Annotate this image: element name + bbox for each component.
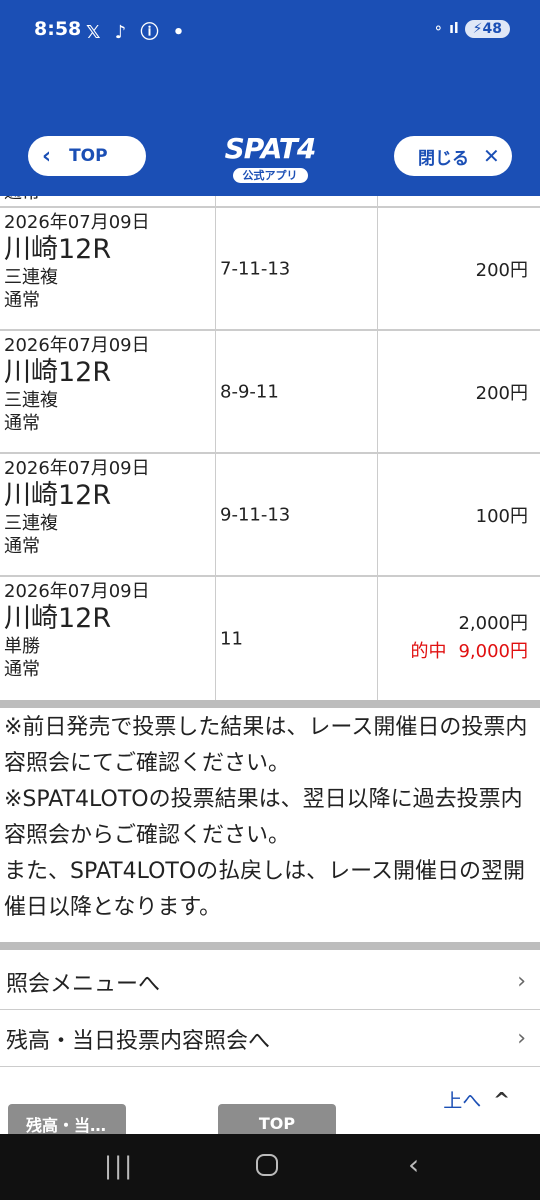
bet-amount: 200円 (475, 259, 528, 281)
bet-type: 単勝 (4, 636, 40, 657)
table-cell-race-info: 2026年07月09日 川崎12R 三連複 通常 (0, 331, 216, 452)
table-cell-combo: 7-11-13 (216, 208, 378, 329)
table-cell-amount: 200円 (378, 331, 540, 452)
balance-tab-label: 残高・当… (26, 1116, 107, 1135)
table-cell-amount: 100円 (378, 454, 540, 575)
chevron-right-icon: › (517, 969, 526, 994)
system-navigation-bar: ||| ‹ (0, 1134, 540, 1200)
close-label: 閉じる (418, 148, 469, 169)
bet-method: 通常 (4, 536, 40, 557)
notes-section: ※前日発売で投票した結果は、レース開催日の投票内容照会にてご確認ください。 ※S… (4, 710, 538, 926)
table-cell-combo: 11 (216, 577, 378, 700)
home-icon[interactable] (256, 1154, 278, 1176)
signal-icon: ⚬ ıl (432, 21, 459, 37)
table-row-partial: 通常 (0, 196, 540, 208)
table-cell-race-info: 2026年07月09日 川崎12R 三連複 通常 (0, 208, 216, 329)
bet-type: 三連複 (4, 267, 58, 288)
payout-amount: 9,000円 (458, 641, 528, 662)
inquiry-menu-link[interactable]: 照会メニューへ › (0, 954, 540, 1010)
logo-main-text: SPAT4 (224, 132, 317, 165)
chevron-up-icon: ^ (493, 1087, 510, 1112)
chevron-left-icon: ‹ (42, 143, 52, 169)
bet-amount: 2,000円 (458, 613, 528, 634)
table-cell-combo (216, 196, 378, 206)
bet-amount: 100円 (475, 505, 528, 527)
note-prior-day: ※前日発売で投票した結果は、レース開催日の投票内容照会にてご確認ください。 (4, 715, 528, 776)
table-row: 2026年07月09日 川崎12R 三連複 通常 8-9-11 200円 (0, 331, 540, 454)
inquiry-menu-label: 照会メニューへ (6, 971, 161, 997)
top-tab-label: TOP (258, 1114, 296, 1133)
battery-level: 48 (482, 21, 502, 37)
close-icon: ✕ (483, 144, 500, 168)
back-to-top-button[interactable]: ‹ TOP (28, 136, 146, 176)
race-date: 2026年07月09日 (4, 212, 150, 233)
close-button[interactable]: 閉じる ✕ (394, 136, 512, 176)
table-cell-race-info: 2026年07月09日 川崎12R 単勝 通常 (0, 577, 216, 700)
bet-method: 通常 (4, 196, 40, 204)
race-date: 2026年07月09日 (4, 458, 150, 479)
bet-type: 三連複 (4, 513, 58, 534)
bet-combination: 11 (220, 628, 243, 649)
bet-method: 通常 (4, 290, 40, 311)
table-cell-race-info: 通常 (0, 196, 216, 206)
battery-icon: ⚡48 (464, 20, 510, 38)
bet-method: 通常 (4, 413, 40, 434)
bet-type: 三連複 (4, 390, 58, 411)
table-cell-combo: 8-9-11 (216, 331, 378, 452)
spat4-logo: SPAT4 公式アプリ (222, 134, 318, 183)
race-name: 川崎12R (4, 357, 112, 388)
bet-method: 通常 (4, 659, 40, 680)
bet-combination: 7-11-13 (220, 258, 291, 279)
chevron-right-icon: › (517, 1026, 526, 1051)
logo-sub-text: 公式アプリ (232, 168, 308, 183)
scroll-up-label: 上へ (443, 1090, 482, 1112)
table-row: 2026年07月09日 川崎12R 三連複 通常 9-11-13 100円 (0, 454, 540, 577)
race-name: 川崎12R (4, 603, 112, 634)
race-name: 川崎12R (4, 480, 112, 511)
status-time: 8:58 (34, 18, 82, 40)
table-cell-amount: 2,000円 的中 9,000円 (378, 577, 540, 700)
note-loto-payout: また、SPAT4LOTOの払戻しは、レース開催日の翌開催日以降となります。 (4, 859, 526, 920)
table-cell-combo: 9-11-13 (216, 454, 378, 575)
top-tab-button[interactable]: TOP (218, 1104, 336, 1136)
table-cell-race-info: 2026年07月09日 川崎12R 三連複 通常 (0, 454, 216, 575)
section-divider (0, 700, 540, 708)
app-header: 8:58 𝕏 ♪ ⓘ • ⚬ ıl ⚡48 ‹ TOP SPAT4 公式アプリ … (0, 0, 540, 196)
recent-apps-icon[interactable]: ||| (104, 1152, 134, 1180)
bet-amount: 200円 (475, 382, 528, 404)
balance-inquiry-label: 残高・当日投票内容照会へ (6, 1028, 271, 1054)
status-right: ⚬ ıl ⚡48 (432, 20, 510, 38)
notification-icons: 𝕏 ♪ ⓘ • (86, 22, 189, 43)
hit-label: 的中 (410, 641, 447, 662)
bet-results-table: 通常 2026年07月09日 川崎12R 三連複 通常 7-11-13 200円… (0, 196, 540, 700)
race-date: 2026年07月09日 (4, 581, 150, 602)
note-loto-results: ※SPAT4LOTOの投票結果は、翌日以降に過去投票内容照会からご確認ください。 (4, 787, 523, 848)
table-row: 2026年07月09日 川崎12R 単勝 通常 11 2,000円 的中 9,00… (0, 577, 540, 700)
back-icon[interactable]: ‹ (408, 1148, 419, 1181)
table-row: 2026年07月09日 川崎12R 三連複 通常 7-11-13 200円 (0, 208, 540, 331)
status-bar: 8:58 𝕏 ♪ ⓘ • ⚬ ıl ⚡48 (0, 0, 540, 60)
table-cell-amount (378, 196, 540, 206)
balance-tab-button[interactable]: 残高・当… (8, 1104, 126, 1136)
balance-inquiry-link[interactable]: 残高・当日投票内容照会へ › (0, 1011, 540, 1067)
table-cell-amount: 200円 (378, 208, 540, 329)
section-divider (0, 942, 540, 950)
race-date: 2026年07月09日 (4, 335, 150, 356)
race-name: 川崎12R (4, 234, 112, 265)
scroll-up-link[interactable]: 上へ ^ (443, 1086, 510, 1113)
back-to-top-label: TOP (69, 146, 108, 166)
bet-combination: 9-11-13 (220, 504, 291, 525)
bet-combination: 8-9-11 (220, 381, 279, 402)
payout-info: 的中 9,000円 (410, 637, 528, 663)
